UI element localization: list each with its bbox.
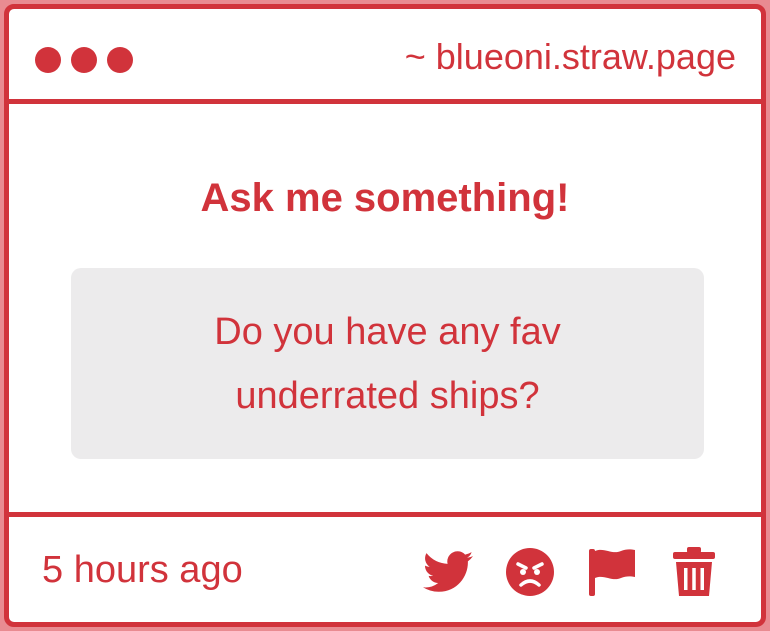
- window-control-dot[interactable]: [107, 47, 133, 73]
- angry-react-button[interactable]: [503, 545, 557, 599]
- site-url: ~ blueoni.straw.page: [404, 36, 736, 77]
- question-box: Do you have any fav underrated ships?: [71, 268, 704, 459]
- twitter-icon: [423, 551, 473, 592]
- page-title: Ask me something!: [200, 176, 570, 220]
- ask-card: ~ blueoni.straw.page Ask me something! D…: [4, 4, 766, 627]
- card-footer: 5 hours ago: [9, 512, 761, 622]
- window-controls: [35, 47, 133, 73]
- timestamp: 5 hours ago: [42, 549, 243, 591]
- share-twitter-button[interactable]: [421, 545, 475, 599]
- angry-face-icon: [506, 548, 554, 596]
- window-control-dot[interactable]: [71, 47, 97, 73]
- card-content: Ask me something! Do you have any fav un…: [9, 104, 761, 517]
- flag-icon: [589, 549, 635, 596]
- delete-button[interactable]: [667, 545, 721, 599]
- window-titlebar: ~ blueoni.straw.page: [9, 9, 761, 104]
- question-text: Do you have any fav underrated ships?: [214, 310, 561, 417]
- trash-icon: [673, 547, 715, 596]
- action-bar: [421, 545, 721, 599]
- window-control-dot[interactable]: [35, 47, 61, 73]
- report-flag-button[interactable]: [585, 545, 639, 599]
